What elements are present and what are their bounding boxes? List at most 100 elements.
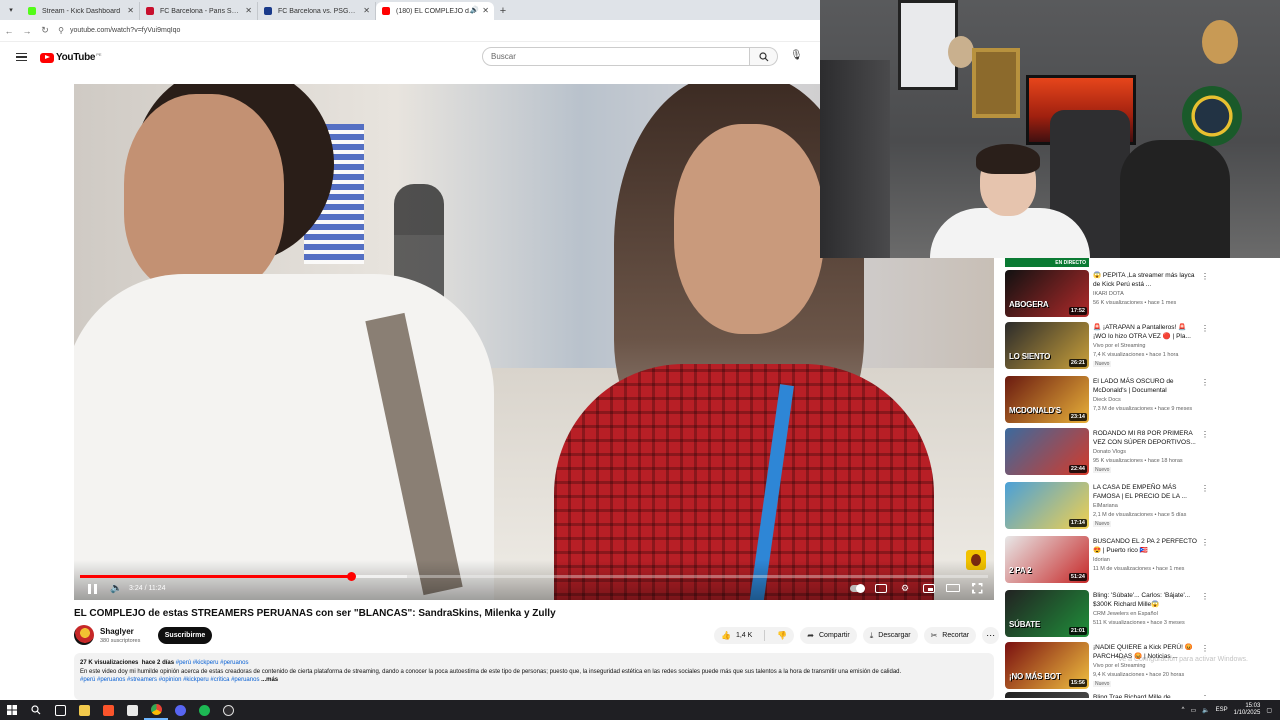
- more-vert-icon[interactable]: ⋮: [1201, 484, 1209, 493]
- recommendation-item[interactable]: Bling Trae Richard Mille de ...⋮: [1005, 692, 1215, 698]
- settings-button[interactable]: ⚙: [898, 582, 912, 594]
- recommendation-item[interactable]: 2 PA 2 51:24 BUSCANDO EL 2 PA 2 PERFECTO 😍…: [1005, 536, 1215, 586]
- recommendation-thumbnail[interactable]: 22:44: [1005, 428, 1089, 475]
- reload-icon[interactable]: ↻: [36, 25, 54, 36]
- recommendation-channel[interactable]: Donato Vlogs: [1093, 449, 1126, 455]
- taskbar-spotify[interactable]: [192, 700, 216, 720]
- autoplay-toggle[interactable]: [850, 582, 865, 594]
- more-vert-icon[interactable]: ⋮: [1201, 430, 1209, 439]
- recommendation-channel[interactable]: IKARI DOTA: [1093, 291, 1124, 297]
- more-actions-button[interactable]: ⋯: [982, 627, 1000, 644]
- volume-icon[interactable]: 🔈: [110, 583, 122, 594]
- recommendation-title[interactable]: LA CASA DE EMPEÑO MÁS FAMOSA | EL PRECIO…: [1093, 483, 1199, 501]
- recommendation-item[interactable]: 22:44 RODANDO MI R8 POR PRIMERA VEZ CON S…: [1005, 428, 1215, 478]
- recommendation-item[interactable]: SÚBATE 21:01 Bling: 'Súbate'... Carlos: 'B…: [1005, 590, 1215, 640]
- recommendation-title[interactable]: El LADO MÁS OSCURO de McDonald's | Docum…: [1093, 377, 1199, 395]
- tray-chevron-icon[interactable]: ^: [1182, 707, 1185, 713]
- share-button[interactable]: ➦ Compartir: [800, 627, 857, 644]
- fullscreen-button[interactable]: [970, 582, 984, 594]
- tab-close-icon[interactable]: ✕: [363, 6, 370, 15]
- recommendation-channel[interactable]: ElMariana: [1093, 503, 1118, 509]
- download-button[interactable]: ⤓ Descargar: [862, 627, 918, 644]
- start-button[interactable]: [0, 700, 24, 720]
- recommendation-item[interactable]: MCDONALD'S 23:14 El LADO MÁS OSCURO de McD…: [1005, 376, 1215, 426]
- recommendation-title[interactable]: RODANDO MI R8 POR PRIMERA VEZ CON SÚPER …: [1093, 429, 1199, 447]
- tab-search-icon[interactable]: ▾: [0, 0, 22, 20]
- clock[interactable]: 15:03 1/10/2025: [1234, 703, 1261, 717]
- recommendation-item[interactable]: LO SIENTO 26:21 🚨 ¡ATRAPAN a Pantalleros! …: [1005, 322, 1215, 372]
- taskbar-explorer[interactable]: [72, 700, 96, 720]
- tab-close-icon[interactable]: ✕: [245, 6, 252, 15]
- task-view-button[interactable]: [48, 700, 72, 720]
- header-hashtags[interactable]: #perú #kickperu #peruanos: [176, 660, 249, 666]
- url-text[interactable]: youtube.com/watch?v=fyVui9mqIqo: [70, 27, 180, 34]
- subtitles-button[interactable]: [874, 582, 888, 594]
- network-icon[interactable]: ▭: [1190, 707, 1196, 714]
- more-vert-icon[interactable]: ⋮: [1201, 324, 1209, 333]
- more-vert-icon[interactable]: ⋮: [1201, 694, 1209, 698]
- volume-tray-icon[interactable]: 🔈: [1202, 707, 1209, 714]
- recommendation-title[interactable]: 🚨 ¡ATRAPAN a Pantalleros! 🚨 ¡WO lo hizo …: [1093, 323, 1199, 341]
- description-box[interactable]: 27 K visualizaciones hace 2 días #perú #…: [74, 653, 994, 700]
- youtube-logo[interactable]: YouTube PE: [40, 52, 102, 63]
- theater-button[interactable]: [946, 582, 960, 594]
- browser-tab[interactable]: (180) EL COMPLEJO de esta🔊✕: [376, 2, 494, 20]
- taskbar-chrome[interactable]: [144, 700, 168, 720]
- browser-tab[interactable]: FC Barcelona - Paris Saint-Germ ✕: [140, 2, 258, 20]
- subscribe-button[interactable]: Suscribirme: [158, 627, 212, 644]
- site-info-icon[interactable]: ⚲: [54, 26, 68, 35]
- forward-icon[interactable]: →: [18, 26, 36, 36]
- recommendation-thumbnail[interactable]: LO SIENTO 26:21: [1005, 322, 1089, 369]
- recommendation-thumbnail[interactable]: MCDONALD'S 23:14: [1005, 376, 1089, 423]
- browser-tab[interactable]: Stream - Kick Dashboard ✕: [22, 2, 140, 20]
- more-vert-icon[interactable]: ⋮: [1201, 272, 1209, 281]
- recommendation-channel[interactable]: Vivo por el Streaming: [1093, 663, 1145, 669]
- tab-close-icon[interactable]: ✕: [127, 6, 134, 15]
- recommendation-thumbnail[interactable]: [1005, 692, 1089, 698]
- taskbar-obs[interactable]: [216, 700, 240, 720]
- progress-bar[interactable]: [80, 572, 988, 581]
- recommendation-item[interactable]: 17:14 LA CASA DE EMPEÑO MÁS FAMOSA | EL P…: [1005, 482, 1215, 532]
- recommendation-thumbnail[interactable]: SÚBATE 21:01: [1005, 590, 1089, 637]
- recommendation-title[interactable]: Bling: 'Súbate'... Carlos: 'Bájate'... $…: [1093, 591, 1199, 609]
- more-vert-icon[interactable]: ⋮: [1201, 592, 1209, 601]
- recommendation-item[interactable]: ABOGERA 17:52 😱 PEPITA ,La streamer más la…: [1005, 270, 1215, 320]
- more-vert-icon[interactable]: ⋮: [1201, 644, 1209, 653]
- taskbar-brave[interactable]: [96, 700, 120, 720]
- recommendation-channel[interactable]: Vivo por el Streaming: [1093, 343, 1145, 349]
- recommendation-thumbnail[interactable]: ABOGERA 17:52: [1005, 270, 1089, 317]
- recommendation-channel[interactable]: CRM Jewelers en Español: [1093, 611, 1158, 617]
- more-vert-icon[interactable]: ⋮: [1201, 378, 1209, 387]
- recommendation-item[interactable]: ¡NO MÁS BOT 15:56 ¡NADIE QUIERE a Kick PER…: [1005, 642, 1215, 692]
- menu-icon[interactable]: [16, 53, 27, 61]
- search-button[interactable]: [750, 47, 778, 66]
- recommendation-channel[interactable]: Dieck Docs: [1093, 397, 1121, 403]
- recommendation-thumbnail[interactable]: 17:14: [1005, 482, 1089, 529]
- miniplayer-button[interactable]: [922, 582, 936, 594]
- scrubber-handle[interactable]: [346, 572, 356, 581]
- like-button[interactable]: 👍 1,4 K: [714, 627, 759, 644]
- clip-button[interactable]: ✂ Recortar: [923, 627, 977, 644]
- taskbar-discord[interactable]: [168, 700, 192, 720]
- notifications-icon[interactable]: ▢: [1266, 707, 1272, 714]
- mic-icon[interactable]: 🎙: [790, 50, 803, 61]
- tab-close-icon[interactable]: ✕: [482, 6, 489, 15]
- dislike-button[interactable]: 👎: [770, 627, 794, 644]
- recommendation-thumbnail[interactable]: ¡NO MÁS BOT 15:56: [1005, 642, 1089, 689]
- taskbar-search-button[interactable]: [24, 700, 48, 720]
- pause-icon[interactable]: [88, 584, 97, 594]
- recommendation-title[interactable]: 😱 PEPITA ,La streamer más layca de Kick …: [1093, 271, 1199, 289]
- footer-hashtags[interactable]: #perú #peruanos #streamers #opinion #kic…: [80, 677, 259, 683]
- tab-audio-icon[interactable]: 🔊: [470, 6, 479, 14]
- taskbar-store[interactable]: [120, 700, 144, 720]
- recommendation-thumbnail[interactable]: 2 PA 2 51:24: [1005, 536, 1089, 583]
- channel-avatar[interactable]: [74, 625, 94, 645]
- language-indicator[interactable]: ESP: [1216, 707, 1228, 713]
- more-vert-icon[interactable]: ⋮: [1201, 538, 1209, 547]
- recommendation-title[interactable]: BUSCANDO EL 2 PA 2 PERFECTO 😍 | Puerto r…: [1093, 537, 1199, 555]
- browser-tab[interactable]: FC Barcelona vs. PSG | Disney+ ✕: [258, 2, 376, 20]
- search-input[interactable]: Buscar: [482, 47, 750, 66]
- new-tab-button[interactable]: +: [494, 2, 512, 20]
- recommendation-channel[interactable]: Idorian: [1093, 557, 1110, 563]
- recommendation-title[interactable]: Bling Trae Richard Mille de ...: [1093, 693, 1199, 698]
